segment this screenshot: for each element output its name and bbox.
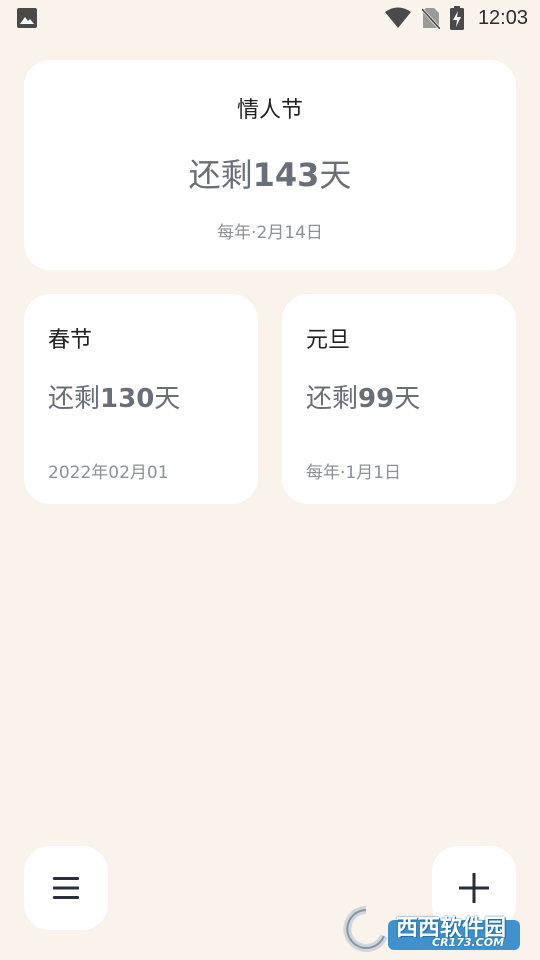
remaining-prefix: 还剩: [48, 384, 101, 414]
remaining-suffix: 天: [394, 384, 421, 414]
battery-charging-icon: [449, 6, 464, 30]
watermark-subtext: CR173.COM: [432, 936, 505, 949]
status-time: 12:03: [477, 6, 528, 29]
event-card-spring-festival[interactable]: 春节 还剩130天 2022年02月01: [24, 294, 258, 504]
event-card-valentines[interactable]: 情人节 还剩143天 每年·2月14日: [24, 60, 516, 270]
remaining-number: 130: [100, 384, 155, 414]
app-screen: 12:03 情人节 还剩143天 每年·2月14日 春节 还剩130天 2022…: [0, 0, 540, 960]
remaining-number: 99: [358, 384, 395, 414]
watermark: 西西软件园 CR173.COM: [340, 906, 522, 952]
remaining-suffix: 天: [319, 156, 352, 194]
no-sim-icon: [421, 7, 440, 29]
remaining-prefix: 还剩: [188, 156, 253, 194]
image-icon: [17, 8, 37, 28]
remaining-suffix: 天: [154, 384, 181, 414]
plus-icon: [459, 873, 489, 903]
event-date: 每年·1月1日: [306, 463, 402, 483]
event-date: 2022年02月01: [48, 463, 169, 483]
remaining-number: 143: [252, 156, 320, 194]
days-remaining: 还剩143天: [24, 150, 516, 196]
wifi-icon: [384, 7, 411, 28]
remaining-prefix: 还剩: [306, 384, 359, 414]
days-remaining: 还剩99天: [306, 378, 420, 415]
days-remaining: 还剩130天: [48, 378, 180, 415]
event-date: 每年·2月14日: [217, 223, 323, 243]
menu-button[interactable]: [24, 846, 108, 930]
menu-icon: [53, 877, 79, 899]
event-card-new-year[interactable]: 元旦 还剩99天 每年·1月1日: [282, 294, 516, 504]
event-name: 情人节: [236, 98, 303, 123]
event-name: 元旦: [306, 328, 351, 353]
status-bar: 12:03: [0, 0, 540, 36]
event-name: 春节: [48, 328, 93, 353]
status-icons: 12:03: [384, 5, 528, 31]
